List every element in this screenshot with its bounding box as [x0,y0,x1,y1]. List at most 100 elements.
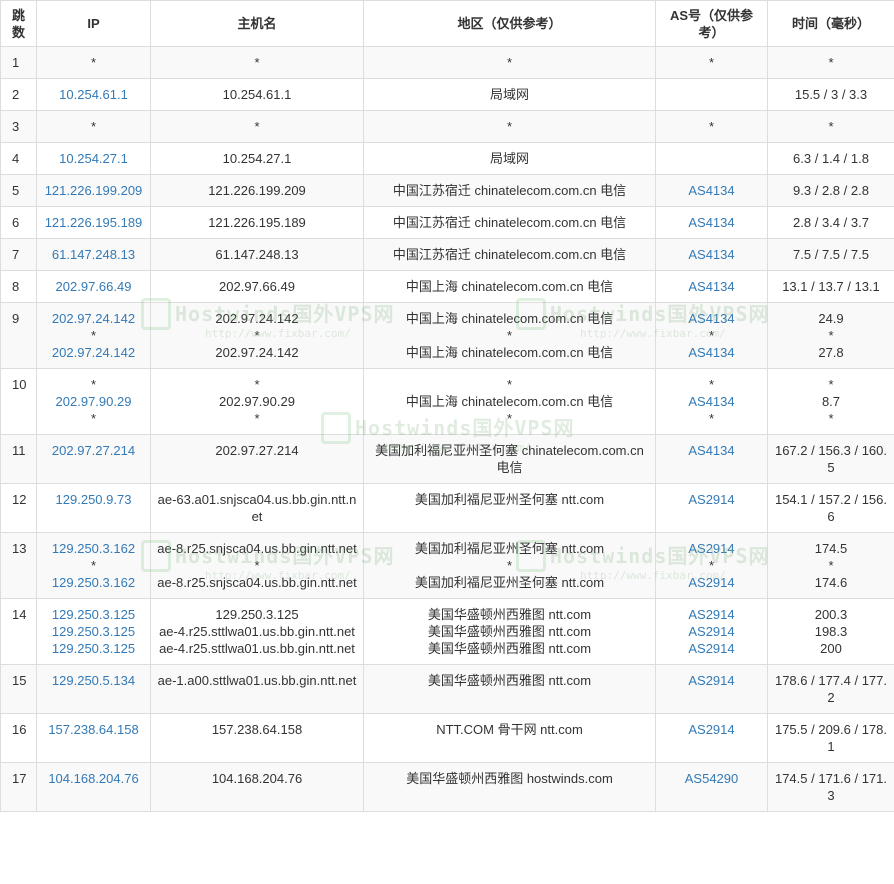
region-cell: 中国上海 chinatelecom.com.cn 电信 * 中国上海 chinate… [363,302,656,369]
ip-value: * [90,411,97,426]
ip-cell: 104.168.204.76 [36,762,151,812]
ip-value[interactable]: 202.97.27.214 [41,442,146,459]
as-cell: AS4134 [655,270,768,303]
region-value: 美国华盛顿州西雅图 ntt.com [427,607,592,622]
region-cell: 中国江苏宿迁 chinatelecom.com.cn 电信 [363,174,656,207]
as-value[interactable]: AS2914 [660,721,763,738]
ip-value[interactable]: 157.238.64.158 [41,721,146,738]
as-value[interactable]: AS4134 [660,278,763,295]
as-cell: AS2914 [655,713,768,763]
as-value[interactable]: AS2914 [660,491,763,508]
header-as: AS号（仅供参考） [655,0,768,47]
ip-value: * [90,119,97,134]
host-value: 202.97.66.49 [219,279,295,294]
time-value: 9.3 / 2.8 / 2.8 [793,183,869,198]
as-value: * [708,328,715,343]
region-value: 中国上海 chinatelecom.com.cn 电信 [405,279,614,294]
as-cell: AS4134 [655,434,768,484]
hop-cell: 1 [0,46,37,79]
table-row: 10 * 202.97.90.29 * * 202.97.90.29 * * 中国上海 chin… [0,368,894,435]
host-value: 121.226.195.189 [208,215,306,230]
ip-value[interactable]: 202.97.66.49 [41,278,146,295]
as-value[interactable]: AS2914 [660,640,763,657]
time-value: 27.8 [818,345,844,360]
time-value: 15.5 / 3 / 3.3 [794,87,868,102]
as-value[interactable]: AS4134 [660,393,763,410]
region-value: 局域网 [489,87,529,102]
host-cell: ae-63.a01.snjsca04.us.bb.gin.ntt.net [150,483,364,533]
host-value: ae-8.r25.snjsca04.us.bb.gin.ntt.net [157,575,357,590]
ip-value[interactable]: 202.97.24.142 [41,344,146,361]
ip-cell: 121.226.199.209 [36,174,151,207]
ip-value[interactable]: 10.254.61.1 [41,86,146,103]
ip-value[interactable]: 129.250.3.162 [41,574,146,591]
host-value: 10.254.61.1 [222,87,292,102]
ip-value: * [90,377,97,392]
ip-value: * [90,55,97,70]
as-value[interactable]: AS4134 [660,344,763,361]
table-row: 6 121.226.195.189 121.226.195.189 中国江苏宿迁 ch… [0,206,894,239]
as-cell: AS4134 [655,174,768,207]
as-value[interactable]: AS54290 [660,770,763,787]
ip-value[interactable]: 121.226.199.209 [41,182,146,199]
time-value: 13.1 / 13.7 / 13.1 [782,279,880,294]
region-cell: * [363,110,656,143]
time-cell: 154.1 / 157.2 / 156.6 [767,483,894,533]
region-cell: 美国加利福尼亚州圣何塞 chinatelecom.com.cn 电信 [363,434,656,484]
as-value[interactable]: AS4134 [660,310,763,327]
time-value: 198.3 [814,624,848,639]
as-value[interactable]: AS4134 [660,214,763,231]
hop-cell: 2 [0,78,37,111]
as-cell [655,78,768,111]
time-value: 2.8 / 3.4 / 3.7 [793,215,869,230]
ip-value[interactable]: 202.97.90.29 [41,393,146,410]
as-cell: * [655,46,768,79]
ip-value[interactable]: 129.250.3.125 [41,606,146,623]
region-value: 中国江苏宿迁 chinatelecom.com.cn 电信 [392,183,627,198]
as-value[interactable]: AS2914 [660,606,763,623]
time-value: 6.3 / 1.4 / 1.8 [793,151,869,166]
region-value: 美国加利福尼亚州圣何塞 ntt.com [414,492,605,507]
ip-value[interactable]: 104.168.204.76 [41,770,146,787]
ip-value[interactable]: 202.97.24.142 [41,310,146,327]
as-value[interactable]: AS4134 [660,182,763,199]
host-cell: * 202.97.90.29 * [150,368,364,435]
table-row: 2 10.254.61.1 10.254.61.1 局域网 15.5 / 3 / 3.3 [0,78,894,111]
as-value[interactable]: AS2914 [660,540,763,557]
as-value[interactable]: AS2914 [660,574,763,591]
region-value: 中国江苏宿迁 chinatelecom.com.cn 电信 [392,215,627,230]
region-value: 美国加利福尼亚州圣何塞 ntt.com [414,575,605,590]
host-value: 61.147.248.13 [215,247,299,262]
ip-value[interactable]: 61.147.248.13 [41,246,146,263]
region-value: * [506,558,513,573]
time-cell: 7.5 / 7.5 / 7.5 [767,238,894,271]
host-value: 157.238.64.158 [211,722,303,737]
ip-value[interactable]: 129.250.5.134 [41,672,146,689]
host-value: 104.168.204.76 [211,771,303,786]
hop-cell: 3 [0,110,37,143]
as-cell: * [655,110,768,143]
time-value: 8.7 [821,394,841,409]
as-value[interactable]: AS2914 [660,623,763,640]
hop-cell: 13 [0,532,37,599]
hop-cell: 12 [0,483,37,533]
as-value[interactable]: AS4134 [660,442,763,459]
ip-value[interactable]: 129.250.9.73 [41,491,146,508]
region-cell: 中国上海 chinatelecom.com.cn 电信 [363,270,656,303]
time-cell: 15.5 / 3 / 3.3 [767,78,894,111]
as-value[interactable]: AS4134 [660,246,763,263]
ip-value[interactable]: 129.250.3.125 [41,640,146,657]
ip-cell: 10.254.61.1 [36,78,151,111]
table-row: 1 * * * * * [0,46,894,79]
as-value[interactable]: AS2914 [660,672,763,689]
region-cell: 中国江苏宿迁 chinatelecom.com.cn 电信 [363,238,656,271]
as-cell [655,142,768,175]
ip-value[interactable]: 129.250.3.162 [41,540,146,557]
ip-value[interactable]: 10.254.27.1 [41,150,146,167]
time-value: * [828,119,834,134]
ip-value[interactable]: 129.250.3.125 [41,623,146,640]
as-value: * [708,377,715,392]
ip-value[interactable]: 121.226.195.189 [41,214,146,231]
region-cell: 美国华盛顿州西雅图 ntt.com [363,664,656,714]
ip-cell: 129.250.9.73 [36,483,151,533]
